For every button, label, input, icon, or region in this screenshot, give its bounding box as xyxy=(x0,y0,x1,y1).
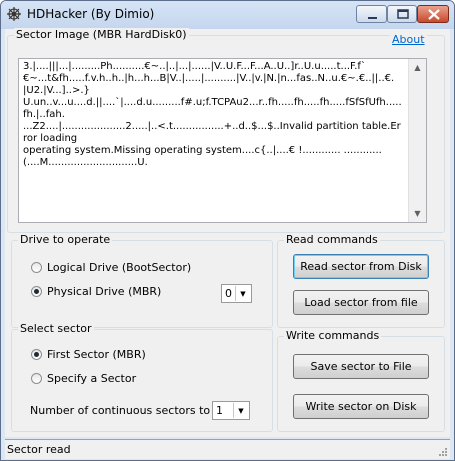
read-commands-legend: Read commands xyxy=(284,233,380,247)
write-sector-disk-button[interactable]: Write sector on Disk xyxy=(293,394,429,419)
disk-number-select[interactable]: 0 ▼ xyxy=(221,284,252,303)
maximize-button[interactable] xyxy=(387,5,417,23)
load-sector-file-button[interactable]: Load sector from file xyxy=(293,290,429,315)
title-bar[interactable]: HDHacker (By Dimio) xyxy=(1,1,454,29)
vertical-scrollbar[interactable]: ▲ ▼ xyxy=(408,59,426,222)
about-link[interactable]: About xyxy=(390,33,427,46)
select-sector-legend: Select sector xyxy=(18,322,94,336)
close-button[interactable] xyxy=(417,5,449,23)
specify-sector-label: Specify a Sector xyxy=(47,372,137,385)
disk-number-value: 0 xyxy=(225,287,232,300)
minimize-icon xyxy=(368,17,377,19)
sector-image-legend: Sector Image (MBR HardDisk0) xyxy=(14,28,189,42)
drive-legend: Drive to operate xyxy=(18,233,113,247)
radio-indicator xyxy=(31,373,42,384)
scroll-down-icon[interactable]: ▼ xyxy=(409,205,426,222)
radio-indicator-selected xyxy=(31,349,42,360)
close-icon xyxy=(428,9,440,20)
sector-image-content: 3.|....|||...|.........Ph..........€~..|… xyxy=(23,61,402,168)
first-sector-label: First Sector (MBR) xyxy=(47,348,146,361)
sector-count-select[interactable]: 1 ▼ xyxy=(212,401,250,420)
app-icon xyxy=(7,7,21,21)
read-commands-group: Read commands Read sector from Disk Load… xyxy=(277,233,445,328)
minimize-button[interactable] xyxy=(356,5,387,23)
radio-indicator xyxy=(31,262,42,273)
sector-count-value: 1 xyxy=(216,404,223,417)
read-sector-disk-button[interactable]: Read sector from Disk xyxy=(293,254,429,279)
logical-drive-label: Logical Drive (BootSector) xyxy=(47,261,192,274)
window-title: HDHacker (By Dimio) xyxy=(27,7,155,21)
sector-count-label: Number of continuous sectors to read xyxy=(30,404,239,417)
resize-grip-icon[interactable] xyxy=(438,447,448,457)
drive-group: Drive to operate Logical Drive (BootSect… xyxy=(11,233,273,328)
sector-image-textbox[interactable]: 3.|....|||...|.........Ph..........€~..|… xyxy=(18,58,427,223)
scroll-up-icon[interactable]: ▲ xyxy=(409,59,426,76)
client-area: Sector Image (MBR HardDisk0) About 3.|..… xyxy=(5,28,450,437)
physical-drive-label: Physical Drive (MBR) xyxy=(47,285,162,298)
dropdown-arrow-icon[interactable]: ▼ xyxy=(235,286,250,301)
sector-image-group: Sector Image (MBR HardDisk0) About 3.|..… xyxy=(7,28,445,233)
write-commands-legend: Write commands xyxy=(284,329,382,343)
status-text: Sector read xyxy=(7,443,71,456)
save-sector-file-button[interactable]: Save sector to File xyxy=(293,354,429,379)
write-commands-group: Write commands Save sector to File Write… xyxy=(277,329,445,432)
radio-indicator-selected xyxy=(31,286,42,297)
dropdown-arrow-icon[interactable]: ▼ xyxy=(233,403,248,418)
maximize-icon xyxy=(397,9,409,19)
status-bar: Sector read xyxy=(5,439,450,459)
app-window: HDHacker (By Dimio) Sector Image (MBR Ha… xyxy=(0,0,455,461)
select-sector-group: Select sector First Sector (MBR) Specify… xyxy=(11,322,273,432)
